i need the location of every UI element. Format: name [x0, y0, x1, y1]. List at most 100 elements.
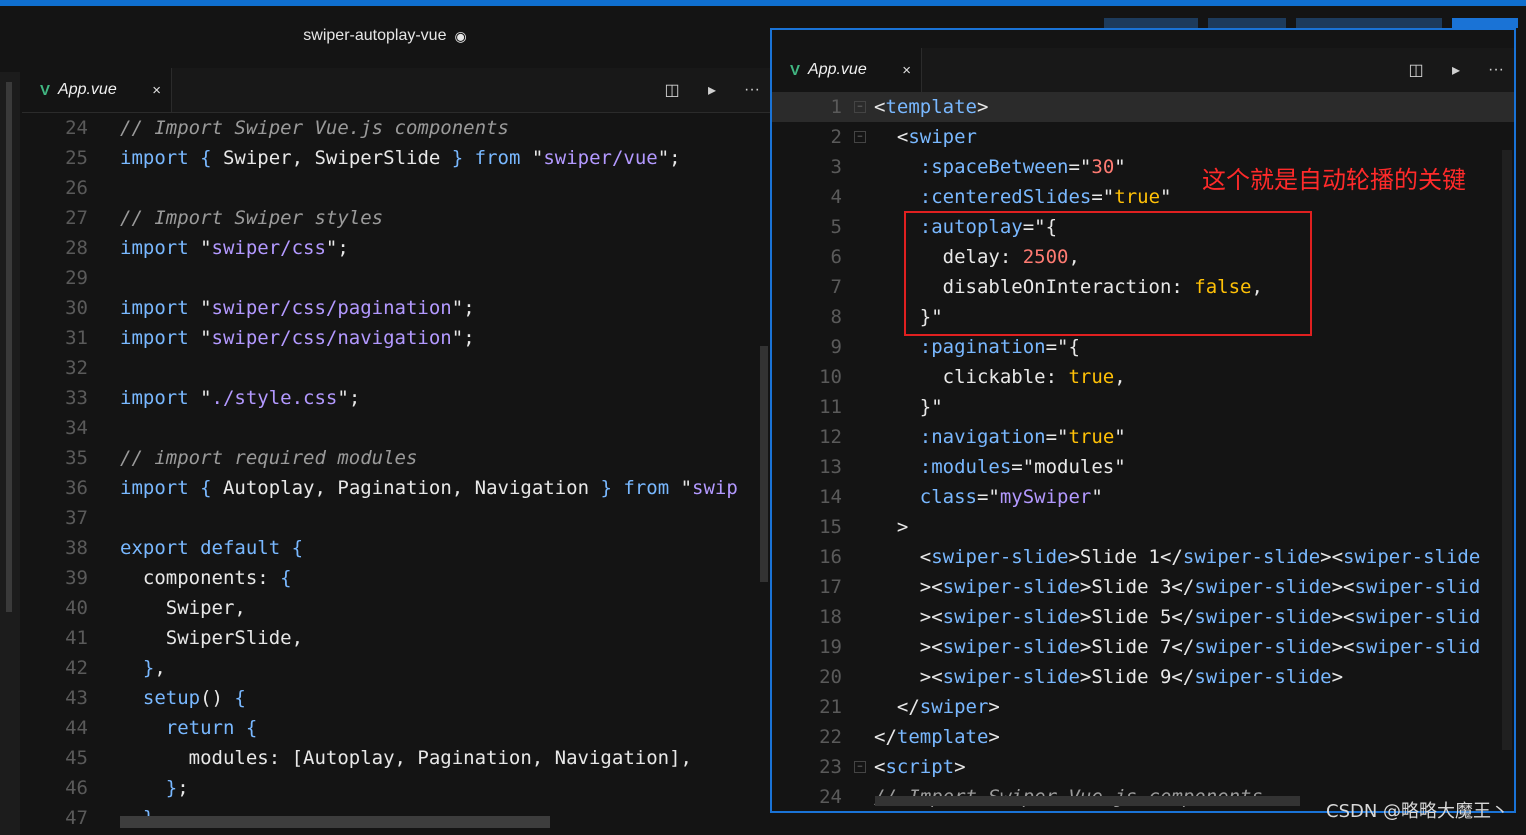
code-line[interactable]: 46 }; [22, 773, 762, 803]
code-text[interactable]: components: { [120, 563, 292, 593]
code-text[interactable]: // Import Swiper styles [120, 203, 383, 233]
code-line[interactable]: 32 [22, 353, 762, 383]
code-line[interactable]: 30 import "swiper/css/pagination"; [22, 293, 762, 323]
right-horizontal-scrollbar[interactable] [875, 796, 1300, 806]
code-line[interactable]: 38 export default { [22, 533, 762, 563]
more-actions-icon[interactable]: ··· [1486, 61, 1506, 79]
code-line[interactable]: 11 }" [772, 392, 1514, 422]
fold-toggle-icon[interactable]: − [854, 131, 866, 143]
line-number: 18 [819, 606, 842, 628]
code-line[interactable]: 15 > [772, 512, 1514, 542]
code-text[interactable]: }, [120, 653, 166, 683]
code-line[interactable]: 20 ><swiper-slide>Slide 9</swiper-slide> [772, 662, 1514, 692]
code-line[interactable]: 17 ><swiper-slide>Slide 3</swiper-slide>… [772, 572, 1514, 602]
code-text[interactable]: :centeredSlides="true" [874, 182, 1172, 212]
code-line[interactable]: 37 [22, 503, 762, 533]
code-text[interactable]: clickable: true, [874, 362, 1126, 392]
code-line[interactable]: 28 import "swiper/css"; [22, 233, 762, 263]
code-line[interactable]: 42 }, [22, 653, 762, 683]
code-text[interactable]: <script> [874, 752, 966, 782]
code-line[interactable]: 36 import { Autoplay, Pagination, Navigat… [22, 473, 762, 503]
code-line[interactable]: 21 </swiper> [772, 692, 1514, 722]
code-line[interactable]: 31 import "swiper/css/navigation"; [22, 323, 762, 353]
code-text[interactable]: }" [874, 392, 943, 422]
code-text[interactable]: setup() { [120, 683, 246, 713]
run-preview-icon[interactable]: ▸ [1446, 60, 1466, 80]
code-text[interactable]: </swiper> [874, 692, 1000, 722]
code-line[interactable]: 34 [22, 413, 762, 443]
code-text[interactable]: > [874, 512, 908, 542]
code-text[interactable]: import "swiper/css/navigation"; [120, 323, 475, 353]
code-line[interactable]: 14 class="mySwiper" [772, 482, 1514, 512]
code-line[interactable]: 13 :modules="modules" [772, 452, 1514, 482]
code-line[interactable]: 9 :pagination="{ [772, 332, 1514, 362]
code-text[interactable]: :navigation="true" [874, 422, 1126, 452]
code-line[interactable]: 35 // import required modules [22, 443, 762, 473]
code-text[interactable]: ><swiper-slide>Slide 9</swiper-slide> [874, 662, 1343, 692]
code-line[interactable]: 23− <script> [772, 752, 1514, 782]
code-text[interactable]: Swiper, [120, 593, 246, 623]
line-number: 32 [65, 357, 88, 379]
code-text[interactable]: }; [120, 773, 189, 803]
code-line[interactable]: 26 [22, 173, 762, 203]
code-line[interactable]: 18 ><swiper-slide>Slide 5</swiper-slide>… [772, 602, 1514, 632]
tab-app-vue-right[interactable]: V App.vue × [772, 48, 922, 92]
code-text[interactable]: class="mySwiper" [874, 482, 1103, 512]
left-horizontal-scrollbar[interactable] [120, 816, 550, 828]
code-text[interactable]: // import required modules [120, 443, 417, 473]
code-line[interactable]: 33 import "./style.css"; [22, 383, 762, 413]
code-text[interactable]: <swiper-slide>Slide 1</swiper-slide><swi… [874, 542, 1481, 572]
code-line[interactable]: 40 Swiper, [22, 593, 762, 623]
code-line[interactable]: 45 modules: [Autoplay, Pagination, Navig… [22, 743, 762, 773]
code-text[interactable]: ><swiper-slide>Slide 5</swiper-slide><sw… [874, 602, 1481, 632]
code-text[interactable]: import { Autoplay, Pagination, Navigatio… [120, 473, 738, 503]
code-text[interactable]: import "swiper/css/pagination"; [120, 293, 475, 323]
split-editor-icon[interactable]: ◫ [662, 80, 682, 100]
code-text[interactable]: modules: [Autoplay, Pagination, Navigati… [120, 743, 692, 773]
code-line[interactable]: 27 // Import Swiper styles [22, 203, 762, 233]
split-editor-icon[interactable]: ◫ [1406, 60, 1426, 80]
code-line[interactable]: 25 import { Swiper, SwiperSlide } from "s… [22, 143, 762, 173]
code-line[interactable]: 1− <template> [772, 92, 1514, 122]
code-text[interactable]: :spaceBetween="30" [874, 152, 1126, 182]
more-actions-icon[interactable]: ··· [742, 81, 762, 99]
left-vertical-scrollbar[interactable] [760, 346, 768, 582]
code-text[interactable]: </template> [874, 722, 1000, 752]
code-text[interactable]: ><swiper-slide>Slide 3</swiper-slide><sw… [874, 572, 1481, 602]
code-line[interactable]: 16 <swiper-slide>Slide 1</swiper-slide><… [772, 542, 1514, 572]
code-line[interactable]: 24 // Import Swiper Vue.js components [22, 113, 762, 143]
code-text[interactable]: ><swiper-slide>Slide 7</swiper-slide><sw… [874, 632, 1481, 662]
code-line[interactable]: 2− <swiper [772, 122, 1514, 152]
code-line[interactable]: 12 :navigation="true" [772, 422, 1514, 452]
fold-toggle-icon[interactable]: − [854, 761, 866, 773]
code-line[interactable]: 39 components: { [22, 563, 762, 593]
code-text[interactable]: SwiperSlide, [120, 623, 303, 653]
code-line[interactable]: 41 SwiperSlide, [22, 623, 762, 653]
code-text[interactable]: import "swiper/css"; [120, 233, 349, 263]
line-number: 8 [830, 306, 842, 328]
left-code-area[interactable]: 24 // Import Swiper Vue.js components 25 im… [22, 113, 762, 833]
right-code-area[interactable]: 1− <template> 2− <swiper 3 :spaceBetween="3… [772, 92, 1514, 812]
code-text[interactable]: // Import Swiper Vue.js components [120, 113, 509, 143]
code-text[interactable]: return { [120, 713, 258, 743]
close-tab-icon[interactable]: × [152, 82, 161, 99]
tab-app-vue-left[interactable]: V App.vue × [22, 68, 172, 112]
code-text[interactable]: import "./style.css"; [120, 383, 360, 413]
close-tab-icon[interactable]: × [902, 62, 911, 79]
fold-toggle-icon[interactable]: − [854, 101, 866, 113]
code-text[interactable]: export default { [120, 533, 303, 563]
code-text[interactable]: :modules="modules" [874, 452, 1126, 482]
code-line[interactable]: 22 </template> [772, 722, 1514, 752]
code-line[interactable]: 44 return { [22, 713, 762, 743]
code-text[interactable]: import { Swiper, SwiperSlide } from "swi… [120, 143, 681, 173]
code-text[interactable]: <template> [874, 92, 988, 122]
code-line[interactable]: 29 [22, 263, 762, 293]
background-button-hint [1452, 18, 1518, 28]
code-text[interactable]: <swiper [874, 122, 977, 152]
code-line[interactable]: 43 setup() { [22, 683, 762, 713]
code-line[interactable]: 19 ><swiper-slide>Slide 7</swiper-slide>… [772, 632, 1514, 662]
run-preview-icon[interactable]: ▸ [702, 80, 722, 100]
code-text[interactable]: :pagination="{ [874, 332, 1080, 362]
code-line[interactable]: 10 clickable: true, [772, 362, 1514, 392]
right-vertical-scrollbar[interactable] [1502, 150, 1512, 750]
